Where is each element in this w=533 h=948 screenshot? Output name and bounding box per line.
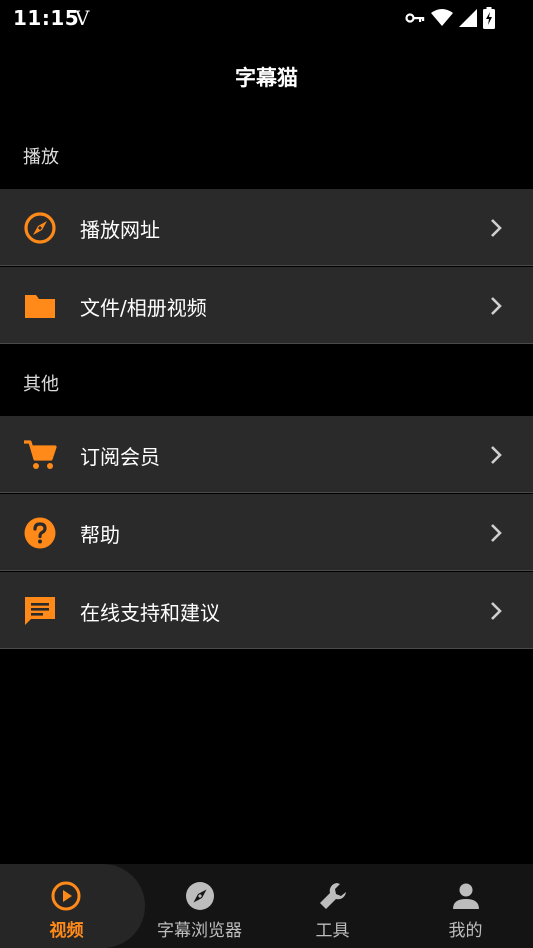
message-icon [22, 594, 58, 628]
help-icon [22, 516, 58, 550]
chevron-right-icon [489, 444, 503, 466]
status-bar: 11:15 V [0, 0, 533, 36]
list-item-label: 订阅会员 [80, 445, 160, 469]
page-title: 字幕猫 [235, 66, 298, 90]
list-item-label: 帮助 [80, 523, 120, 547]
nav-item-video[interactable]: 视频 [0, 864, 145, 948]
nav-label-subtitle-browser: 字幕浏览器 [157, 921, 242, 941]
folder-icon [22, 289, 58, 323]
list-item-label: 文件/相册视频 [80, 296, 207, 320]
carrier-glyph: V [75, 6, 90, 30]
list-item-subscribe[interactable]: 订阅会员 [0, 416, 533, 493]
chevron-right-icon [489, 600, 503, 622]
list-item-label: 在线支持和建议 [80, 601, 220, 625]
chevron-right-icon [489, 295, 503, 317]
nav-item-subtitle-browser[interactable]: 字幕浏览器 [133, 864, 266, 948]
chevron-right-icon [489, 217, 503, 239]
list-item-label: 播放网址 [80, 218, 160, 242]
nav-label-video: 视频 [49, 921, 84, 941]
list-item-play-url[interactable]: 播放网址 [0, 189, 533, 266]
signal-icon [459, 9, 477, 27]
nav-item-tools[interactable]: 工具 [266, 864, 399, 948]
list-item-help[interactable]: 帮助 [0, 494, 533, 571]
nav-item-mine[interactable]: 我的 [399, 864, 532, 948]
list-item-file-video[interactable]: 文件/相册视频 [0, 267, 533, 344]
section-label-play: 播放 [23, 147, 59, 168]
status-time: 11:15 [13, 6, 80, 30]
person-icon [450, 880, 482, 912]
compass-icon [184, 880, 216, 912]
wifi-icon [431, 9, 453, 27]
bottom-nav: 视频 字幕浏览器 工具 我的 [0, 864, 533, 948]
key-icon [405, 11, 425, 25]
section-label-other: 其他 [23, 374, 59, 395]
battery-charging-icon [483, 7, 495, 29]
nav-label-tools: 工具 [315, 921, 350, 941]
nav-label-mine: 我的 [448, 921, 483, 941]
compass-icon [22, 211, 58, 245]
list-item-support[interactable]: 在线支持和建议 [0, 572, 533, 649]
chevron-right-icon [489, 522, 503, 544]
cart-icon [22, 438, 58, 472]
play-circle-icon [50, 880, 82, 912]
wrench-icon [317, 880, 349, 912]
